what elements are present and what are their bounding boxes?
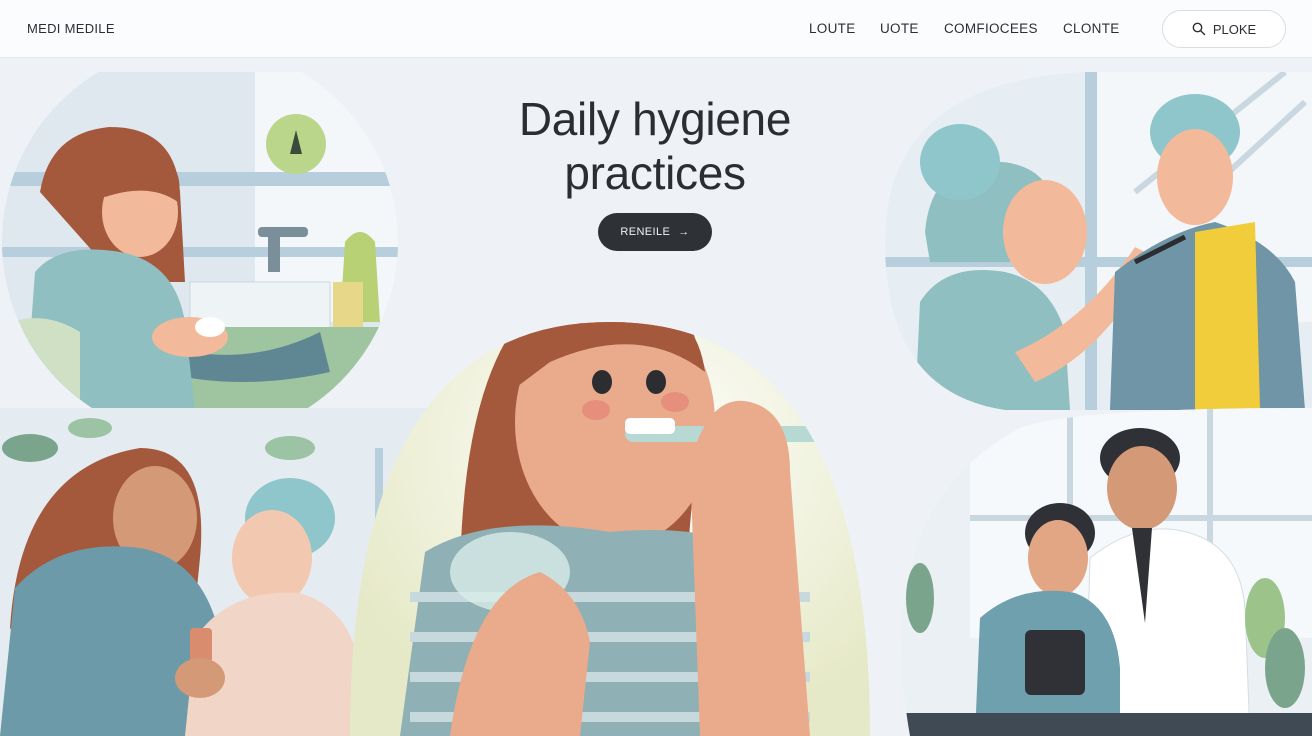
nav-link-1[interactable]: LOUTE	[809, 21, 856, 36]
caregiver-hair-care-illustration	[885, 72, 1312, 410]
tooth-brushing-illustration	[340, 262, 885, 736]
hero-title: Daily hygiene practices	[430, 92, 880, 200]
nav-link-4[interactable]: CLONTE	[1063, 21, 1120, 36]
nav-link-3[interactable]: COMFIOCEES	[944, 21, 1038, 36]
site-logo[interactable]: MEDI MEDILE	[27, 21, 115, 36]
search-label: PLOKE	[1212, 21, 1257, 37]
doctor-consultation-illustration	[870, 408, 1312, 736]
cta-button[interactable]: RENEILE →	[598, 213, 712, 251]
hero-title-line-1: Daily hygiene	[518, 93, 792, 145]
top-navigation-bar: MEDI MEDILE LOUTE UOTE COMFIOCEES CLONTE…	[0, 0, 1312, 58]
hero-title-line-2: practices	[564, 147, 746, 199]
arrow-right-icon: →	[678, 226, 690, 238]
search-button[interactable]: PLOKE	[1162, 10, 1286, 48]
nav-link-2[interactable]: UOTE	[880, 21, 919, 36]
cta-label: RENEILE	[620, 226, 671, 238]
search-icon	[1192, 22, 1206, 36]
